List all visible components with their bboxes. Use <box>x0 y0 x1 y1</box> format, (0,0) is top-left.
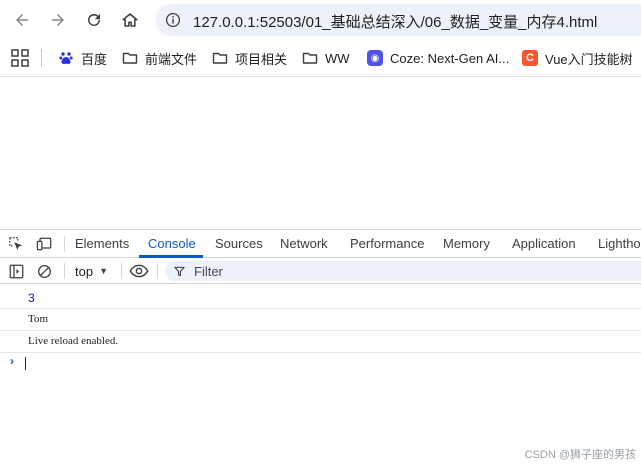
bookmarks-divider <box>41 49 42 67</box>
tab-console[interactable]: Console <box>148 230 196 258</box>
clear-console-icon[interactable] <box>35 262 53 280</box>
console-text-output: Live reload enabled. <box>28 335 119 347</box>
filter-funnel-icon <box>174 265 186 277</box>
folder-icon <box>212 50 228 66</box>
inspect-element-icon[interactable] <box>7 235 25 253</box>
bookmarks-bar: 百度 前端文件 项目相关 WW ◉ Coze: Next-Gen AI... C… <box>0 40 641 77</box>
tab-network[interactable]: Network <box>280 230 328 258</box>
context-selector[interactable]: top ▼ <box>75 262 108 280</box>
console-number-output: 3 <box>28 291 35 305</box>
tab-application[interactable]: Application <box>512 230 576 258</box>
toolbar-divider <box>121 263 122 279</box>
toolbar-divider <box>157 263 158 279</box>
site-info-icon[interactable] <box>163 10 183 30</box>
filter-input[interactable]: Filter <box>165 261 641 281</box>
address-bar[interactable]: 127.0.0.1:52503/01_基础总结深入/06_数据_变量_内存4.h… <box>156 4 641 36</box>
baidu-paw-icon <box>58 50 74 66</box>
bookmark-baidu[interactable]: 百度 <box>58 48 107 68</box>
console-toolbar: top ▼ Filter <box>0 258 641 284</box>
devtools-tab-bar: Elements Console Sources Network Perform… <box>0 230 641 258</box>
bookmark-folder-ww[interactable]: WW <box>302 48 350 68</box>
tab-performance[interactable]: Performance <box>350 230 424 258</box>
bookmark-label: 项目相关 <box>235 51 288 67</box>
back-arrow-icon[interactable] <box>8 6 36 34</box>
live-expression-eye-icon[interactable] <box>128 262 150 280</box>
tab-sources[interactable]: Sources <box>215 230 263 258</box>
console-message: 3 <box>0 287 641 309</box>
devtools-panel: Elements Console Sources Network Perform… <box>0 229 641 469</box>
bookmark-coze[interactable]: ◉ Coze: Next-Gen AI... <box>367 48 509 68</box>
forward-arrow-icon[interactable] <box>44 6 72 34</box>
console-message: Tom <box>0 309 641 331</box>
tab-lighthouse[interactable]: Lightho <box>598 230 641 258</box>
bookmark-vue-skill-tree[interactable]: C Vue入门技能树 <box>522 48 633 68</box>
dropdown-arrow-icon: ▼ <box>99 266 108 276</box>
console-message: Live reload enabled. <box>0 331 641 353</box>
url-text[interactable]: 127.0.0.1:52503/01_基础总结深入/06_数据_变量_内存4.h… <box>193 11 597 32</box>
toolbar-divider <box>64 236 65 252</box>
watermark: CSDN @狮子座的男孩 <box>524 449 636 461</box>
bookmark-label: WW <box>325 50 350 66</box>
bookmark-label: Vue入门技能树 <box>545 51 633 67</box>
console-prompt-chevron-icon: › <box>10 354 14 368</box>
toolbar-divider <box>64 263 65 279</box>
browser-toolbar: 127.0.0.1:52503/01_基础总结深入/06_数据_变量_内存4.h… <box>0 0 641 40</box>
folder-icon <box>122 50 138 66</box>
reload-icon[interactable] <box>80 6 108 34</box>
bookmark-folder-projects[interactable]: 项目相关 <box>212 48 287 68</box>
sidebar-toggle-icon[interactable] <box>7 262 25 280</box>
csdn-c-icon: C <box>522 50 538 66</box>
console-text-output: Tom <box>28 313 49 325</box>
console-input[interactable] <box>25 357 26 370</box>
device-toolbar-icon[interactable] <box>35 235 53 253</box>
tab-memory[interactable]: Memory <box>443 230 490 258</box>
bookmark-label: 前端文件 <box>145 51 198 67</box>
bookmark-label: 百度 <box>81 51 108 67</box>
folder-icon <box>302 50 318 66</box>
apps-grid-icon[interactable] <box>11 49 29 67</box>
bookmark-folder-frontend[interactable]: 前端文件 <box>122 48 197 68</box>
home-icon[interactable] <box>116 6 144 34</box>
context-value: top <box>75 263 94 279</box>
filter-placeholder: Filter <box>194 263 223 279</box>
coze-icon: ◉ <box>367 50 383 66</box>
bookmark-label: Coze: Next-Gen AI... <box>390 50 510 66</box>
tab-elements[interactable]: Elements <box>75 230 129 258</box>
